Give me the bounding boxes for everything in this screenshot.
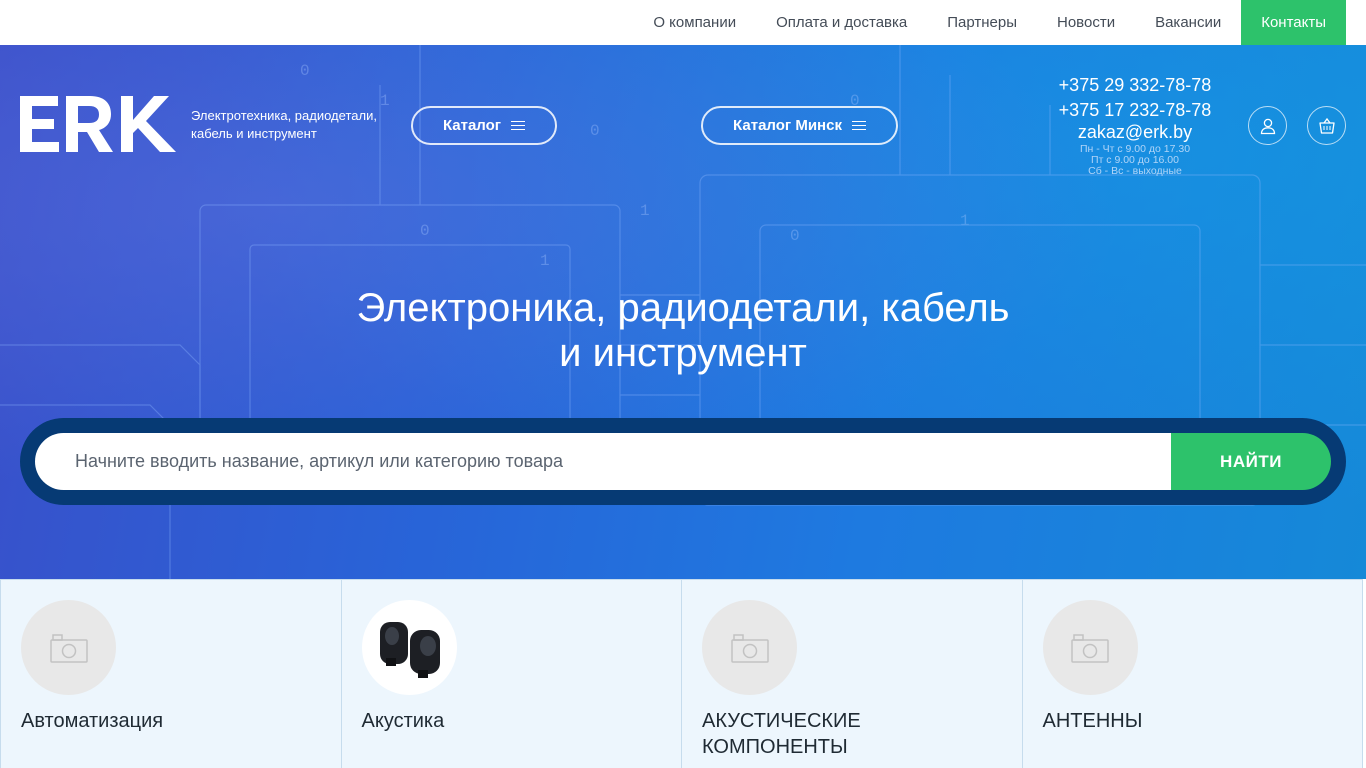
nav-link-vacancies[interactable]: Вакансии: [1135, 0, 1241, 45]
category-image: [702, 600, 797, 695]
category-card-acoustic-components[interactable]: АКУСТИЧЕСКИЕ КОМПОНЕНТЫ: [681, 579, 1023, 768]
speaker-photo: [380, 621, 440, 678]
working-hours: Пн - Чт с 9.00 до 17.30 Пт с 9.00 до 16.…: [1040, 144, 1230, 177]
hero-title-line-2: и инструмент: [559, 331, 807, 375]
top-navigation: О компании Оплата и доставка Партнеры Но…: [0, 0, 1366, 45]
nav-right-gap: [1346, 0, 1366, 45]
email-link[interactable]: zakaz@erk.by: [1040, 123, 1230, 141]
search-button[interactable]: НАЙТИ: [1171, 433, 1331, 490]
svg-text:0: 0: [420, 222, 430, 240]
nav-link-about[interactable]: О компании: [633, 0, 756, 45]
cart-icon: [1318, 117, 1335, 134]
nav-link-contacts[interactable]: Контакты: [1241, 0, 1346, 45]
svg-text:1: 1: [960, 212, 970, 230]
cart-button[interactable]: [1307, 106, 1346, 145]
category-card-antennas[interactable]: АНТЕННЫ: [1021, 579, 1363, 768]
hero-title: Электроника, радиодетали, кабель и инстр…: [283, 286, 1083, 376]
category-card-acoustics[interactable]: Акустика: [340, 579, 682, 768]
svg-text:1: 1: [540, 252, 550, 270]
category-name: АНТЕННЫ: [1042, 710, 1143, 732]
category-image: [1042, 600, 1138, 695]
svg-text:1: 1: [640, 202, 650, 220]
category-grid: Автоматизация Акустика АКУСТИЧЕСКИЕ КОМП…: [0, 579, 1366, 768]
hours-line: Сб - Вс - выходные: [1088, 165, 1182, 177]
camera-placeholder-icon: [730, 633, 769, 663]
nav-link-payment-delivery[interactable]: Оплата и доставка: [756, 0, 927, 45]
account-button[interactable]: [1248, 106, 1287, 145]
phone-link-1[interactable]: +375 29 332-78-78: [1040, 73, 1230, 98]
svg-text:0: 0: [300, 62, 310, 80]
site-tagline: Электротехника, радиодетали, кабель и ин…: [191, 108, 377, 141]
contact-block: +375 29 332-78-78 +375 17 232-78-78 zaka…: [1040, 73, 1230, 177]
hero-title-line-1: Электроника, радиодетали, кабель: [356, 286, 1010, 330]
category-name: АКУСТИЧЕСКИЕ КОМПОНЕНТЫ: [702, 710, 861, 758]
nav-link-partners[interactable]: Партнеры: [927, 0, 1037, 45]
category-card-automation[interactable]: Автоматизация: [0, 579, 342, 768]
menu-icon: [851, 120, 866, 131]
svg-text:0: 0: [590, 122, 600, 140]
user-icon: [1260, 118, 1275, 134]
phone-link-2[interactable]: +375 17 232-78-78: [1040, 98, 1230, 123]
catalog-minsk-button-label: Каталог Минск: [733, 117, 842, 134]
menu-icon: [511, 120, 526, 131]
category-name: Автоматизация: [21, 710, 164, 732]
catalog-minsk-button[interactable]: Каталог Минск: [701, 106, 898, 145]
nav-link-news[interactable]: Новости: [1037, 0, 1135, 45]
category-name: Акустика: [361, 710, 445, 732]
category-image: [21, 600, 116, 695]
camera-placeholder-icon: [1071, 633, 1109, 663]
erk-logo[interactable]: [20, 96, 176, 152]
catalog-button-label: Каталог: [442, 117, 502, 134]
category-image: [361, 600, 457, 695]
svg-text:0: 0: [790, 227, 800, 245]
catalog-button[interactable]: Каталог: [411, 106, 557, 145]
camera-placeholder-icon: [49, 633, 88, 663]
search-input[interactable]: [35, 433, 1171, 490]
